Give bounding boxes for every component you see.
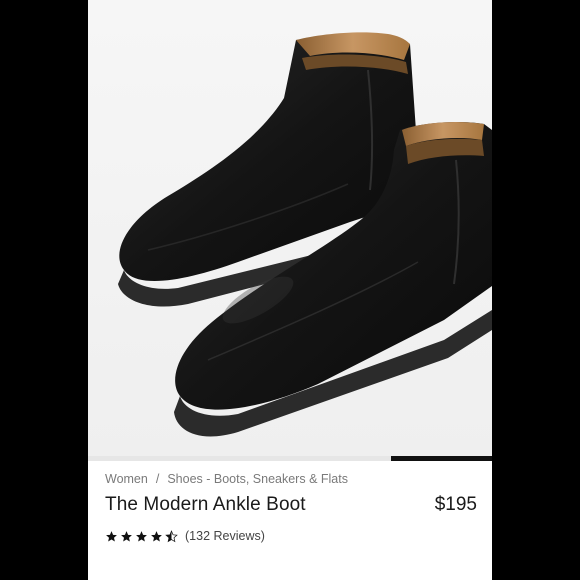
product-image[interactable]: [88, 0, 492, 456]
star-icon: [121, 530, 132, 542]
star-icon: [106, 530, 117, 542]
product-info: Women / Shoes - Boots, Sneakers & Flats …: [105, 470, 477, 545]
rating-row[interactable]: (132 Reviews): [105, 527, 477, 545]
breadcrumb-item-women[interactable]: Women: [105, 472, 148, 486]
star-icon: [151, 530, 162, 542]
breadcrumb-separator: /: [155, 472, 160, 486]
breadcrumb-item-shoes[interactable]: Shoes - Boots, Sneakers & Flats: [167, 472, 348, 486]
star-icon: [136, 530, 147, 542]
product-title: The Modern Ankle Boot: [105, 494, 306, 515]
star-rating: [105, 529, 180, 543]
boots-photo: [88, 0, 492, 456]
title-row: The Modern Ankle Boot $195: [105, 494, 477, 522]
image-carousel-progress[interactable]: [88, 456, 492, 461]
review-count[interactable]: (132 Reviews): [185, 529, 265, 543]
breadcrumb: Women / Shoes - Boots, Sneakers & Flats: [105, 470, 477, 488]
half-star-icon: [165, 529, 178, 542]
product-card: Women / Shoes - Boots, Sneakers & Flats …: [88, 0, 492, 580]
carousel-active-indicator: [391, 456, 492, 461]
product-price: $195: [434, 494, 477, 515]
